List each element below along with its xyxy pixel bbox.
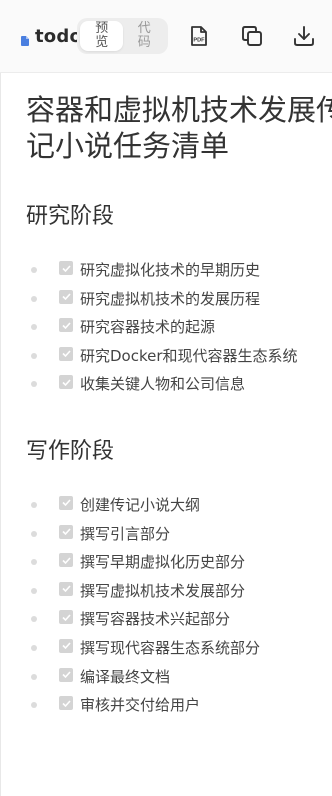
task-label: 撰写引言部分: [80, 524, 171, 543]
list-item: 编译最终文档: [26, 662, 332, 691]
bullet: [31, 587, 37, 594]
task-checkbox[interactable]: [59, 610, 73, 625]
bullet: [31, 501, 37, 508]
task-checkbox[interactable]: [59, 289, 73, 304]
task-label: 研究虚拟化技术的早期历史: [80, 261, 261, 279]
task-checkbox[interactable]: [59, 261, 73, 275]
task-label: 研究虚拟机技术的发展历程: [80, 289, 261, 308]
bullet: [31, 267, 37, 273]
task-checkbox[interactable]: [59, 696, 73, 711]
view-mode-toggle: 预览 代码: [77, 18, 168, 54]
bullet: [31, 530, 37, 537]
task-label: 编译最终文档: [80, 667, 171, 686]
preview-tab[interactable]: 预览: [80, 21, 123, 51]
list-item: 收集关键人物和公司信息: [26, 369, 332, 398]
list-item: 撰写引言部分: [26, 519, 332, 548]
list-item: 研究Docker和现代容器生态系统: [26, 341, 332, 370]
bullet: [31, 381, 37, 388]
task-label: 研究容器技术的起源: [80, 318, 216, 337]
code-tab[interactable]: 代码: [123, 21, 166, 51]
svg-text:PDF: PDF: [193, 38, 205, 44]
task-label: 撰写现代容器生态系统部分: [80, 638, 261, 657]
task-checkbox[interactable]: [59, 667, 73, 682]
task-checkbox[interactable]: [59, 581, 73, 596]
list-item: 研究虚拟化技术的早期历史: [26, 255, 332, 284]
list-item: 撰写容器技术兴起部分: [26, 604, 332, 633]
bullet: [31, 616, 37, 623]
list-item: 研究容器技术的起源: [26, 312, 332, 341]
list-item: 撰写虚拟机技术发展部分: [26, 576, 332, 605]
section-heading-research: 研究阶段: [26, 204, 115, 229]
file-icon: [21, 31, 29, 46]
task-label: 创建传记小说大纲: [80, 495, 201, 514]
task-label: 撰写容器技术兴起部分: [80, 610, 231, 629]
task-list-research: 研究虚拟化技术的早期历史 研究虚拟机技术的发展历程 研究容器技术的起源 研究Do…: [26, 255, 332, 398]
bullet: [31, 324, 37, 331]
bullet: [31, 559, 37, 566]
document-title: 容器和虚拟机技术发展传 记小说任务清单: [26, 93, 332, 163]
bullet: [31, 295, 37, 302]
task-checkbox[interactable]: [59, 495, 73, 510]
task-label: 撰写早期虚拟化历史部分: [80, 553, 246, 572]
bullet: [31, 702, 37, 709]
pdf-export-icon[interactable]: PDF: [187, 24, 211, 48]
task-checkbox[interactable]: [59, 318, 73, 333]
bullet: [31, 673, 37, 680]
list-item: 创建传记小说大纲: [26, 490, 332, 519]
toolbar: todo 预览 代码 PDF: [0, 0, 332, 73]
list-item: 审核并交付给用户: [26, 690, 332, 719]
task-checkbox[interactable]: [59, 638, 73, 653]
task-list-writing: 创建传记小说大纲 撰写引言部分 撰写早期虚拟化历史部分 撰写虚拟机技术发展部分 …: [26, 490, 332, 719]
section-heading-writing: 写作阶段: [26, 438, 115, 464]
bullet: [31, 644, 37, 651]
task-checkbox[interactable]: [59, 346, 73, 361]
bullet: [31, 352, 37, 359]
file-tab[interactable]: todo: [21, 25, 82, 47]
task-checkbox[interactable]: [59, 553, 73, 568]
task-checkbox[interactable]: [59, 375, 73, 390]
task-label: 撰写虚拟机技术发展部分: [80, 581, 246, 600]
list-item: 撰写现代容器生态系统部分: [26, 633, 332, 662]
task-label: 研究Docker和现代容器生态系统: [80, 346, 298, 365]
document-preview: 容器和虚拟机技术发展传 记小说任务清单 研究阶段 研究虚拟化技术的早期历史 研究…: [26, 92, 332, 719]
task-checkbox[interactable]: [59, 524, 73, 539]
task-label: 审核并交付给用户: [80, 696, 201, 715]
task-label: 收集关键人物和公司信息: [80, 375, 246, 394]
download-icon[interactable]: [292, 24, 316, 48]
file-name: todo: [35, 25, 83, 47]
list-item: 研究虚拟机技术的发展历程: [26, 284, 332, 313]
window-left-edge: [0, 0, 1, 796]
copy-icon[interactable]: [240, 24, 264, 48]
list-item: 撰写早期虚拟化历史部分: [26, 547, 332, 576]
